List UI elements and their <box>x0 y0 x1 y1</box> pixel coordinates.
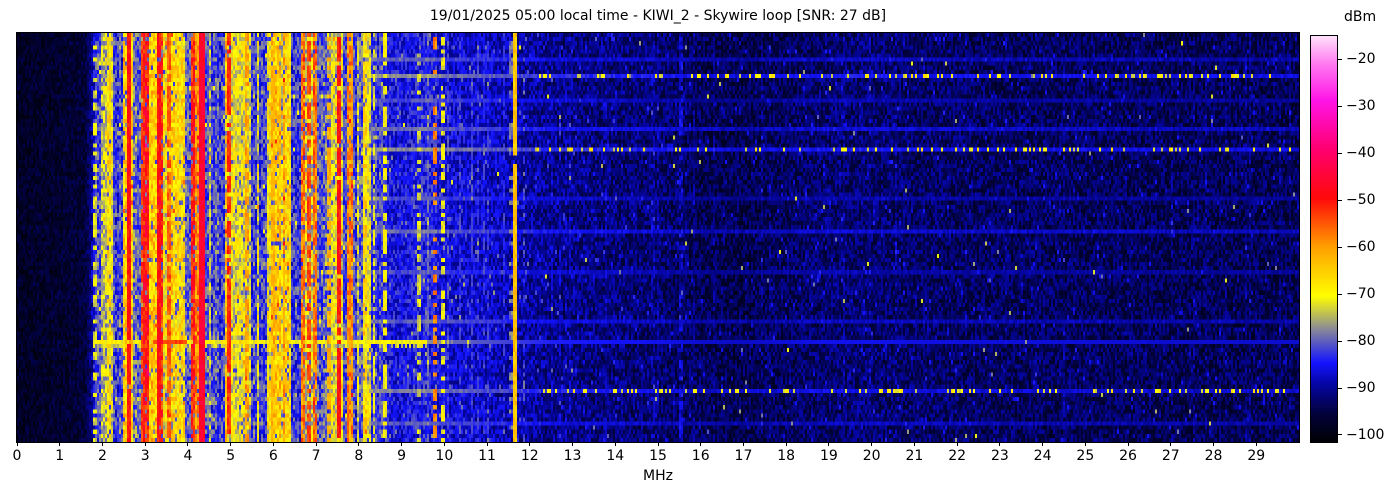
x-tick-mark <box>358 442 360 446</box>
x-axis-label: MHz <box>643 468 673 484</box>
colorbar-tick-label: −50 <box>1346 192 1376 209</box>
x-tick-mark <box>1170 442 1172 446</box>
x-tick-label: 12 <box>520 448 539 464</box>
x-tick-label: 22 <box>948 448 967 464</box>
colorbar-tick-mark <box>1337 58 1342 60</box>
x-tick-mark <box>700 442 702 446</box>
x-tick-mark <box>16 442 18 446</box>
x-tick-mark <box>614 442 616 446</box>
x-tick-mark <box>101 442 103 446</box>
x-tick-mark <box>529 442 531 446</box>
x-tick-mark <box>443 442 445 446</box>
x-tick-label: 6 <box>268 448 278 464</box>
x-tick-mark <box>315 442 317 446</box>
colorbar-tick-label: −60 <box>1346 239 1376 256</box>
colorbar-tick-mark <box>1337 105 1342 107</box>
x-tick-mark <box>828 442 830 446</box>
x-tick-label: 8 <box>354 448 364 464</box>
x-tick-label: 19 <box>820 448 838 464</box>
x-tick-mark <box>1255 442 1257 446</box>
x-tick-label: 25 <box>1076 448 1095 464</box>
colorbar-tick-label: −100 <box>1346 426 1385 443</box>
x-tick-label: 13 <box>563 448 582 464</box>
x-tick-mark <box>956 442 958 446</box>
x-tick-mark <box>486 442 488 446</box>
x-tick-mark <box>59 442 61 446</box>
x-tick-label: 17 <box>734 448 753 464</box>
x-tick-label: 11 <box>478 448 496 464</box>
colorbar-tick-label: −90 <box>1346 380 1376 397</box>
x-tick-label: 7 <box>311 448 321 464</box>
x-tick-label: 23 <box>990 448 1009 464</box>
colorbar-tick-mark <box>1337 293 1342 295</box>
x-tick-mark <box>785 442 787 446</box>
x-tick-label: 3 <box>140 448 150 464</box>
x-tick-label: 10 <box>435 448 454 464</box>
x-tick-mark <box>999 442 1001 446</box>
x-tick-mark <box>401 442 403 446</box>
x-tick-label: 24 <box>1033 448 1052 464</box>
x-tick-label: 1 <box>55 448 65 464</box>
x-tick-mark <box>230 442 232 446</box>
x-tick-mark <box>871 442 873 446</box>
colorbar-tick-mark <box>1337 434 1342 436</box>
spectrogram-figure: 19/01/2025 05:00 local time - KIWI_2 - S… <box>0 0 1400 500</box>
x-tick-mark <box>1084 442 1086 446</box>
colorbar-tick-mark <box>1337 387 1342 389</box>
x-tick-mark <box>913 442 915 446</box>
x-tick-mark <box>1127 442 1129 446</box>
plot-area <box>16 32 1300 443</box>
x-tick-label: 18 <box>777 448 796 464</box>
x-tick-label: 4 <box>183 448 193 464</box>
x-tick-label: 26 <box>1119 448 1137 464</box>
figure-title: 19/01/2025 05:00 local time - KIWI_2 - S… <box>429 8 887 24</box>
colorbar-tick-label: −40 <box>1346 145 1376 162</box>
x-tick-label: 2 <box>97 448 107 464</box>
x-tick-label: 20 <box>862 448 881 464</box>
x-tick-label: 29 <box>1247 448 1266 464</box>
x-tick-label: 27 <box>1161 448 1180 464</box>
colorbar <box>1310 35 1338 443</box>
x-tick-mark <box>1213 442 1215 446</box>
colorbar-tick-mark <box>1337 199 1342 201</box>
colorbar-tick-label: −20 <box>1346 51 1376 68</box>
colorbar-tick-label: −30 <box>1346 98 1376 115</box>
x-tick-label: 15 <box>649 448 667 464</box>
colorbar-gradient-canvas <box>1311 36 1337 442</box>
x-tick-mark <box>144 442 146 446</box>
colorbar-tick-label: −70 <box>1346 286 1376 303</box>
colorbar-tick-mark <box>1337 152 1342 154</box>
colorbar-unit-label: dBm <box>1344 9 1377 25</box>
x-tick-mark <box>187 442 189 446</box>
x-tick-label: 5 <box>226 448 236 464</box>
x-tick-label: 0 <box>12 448 22 464</box>
colorbar-tick-label: −80 <box>1346 333 1376 350</box>
x-tick-mark <box>657 442 659 446</box>
x-tick-label: 28 <box>1204 448 1223 464</box>
colorbar-tick-mark <box>1337 340 1342 342</box>
x-tick-mark <box>1042 442 1044 446</box>
x-tick-label: 16 <box>691 448 710 464</box>
x-tick-mark <box>572 442 574 446</box>
x-tick-mark <box>742 442 744 446</box>
x-tick-mark <box>272 442 274 446</box>
colorbar-tick-mark <box>1337 246 1342 248</box>
x-tick-label: 14 <box>606 448 625 464</box>
x-tick-label: 9 <box>397 448 407 464</box>
x-tick-label: 21 <box>905 448 924 464</box>
spectrogram-heatmap-canvas <box>17 33 1299 442</box>
